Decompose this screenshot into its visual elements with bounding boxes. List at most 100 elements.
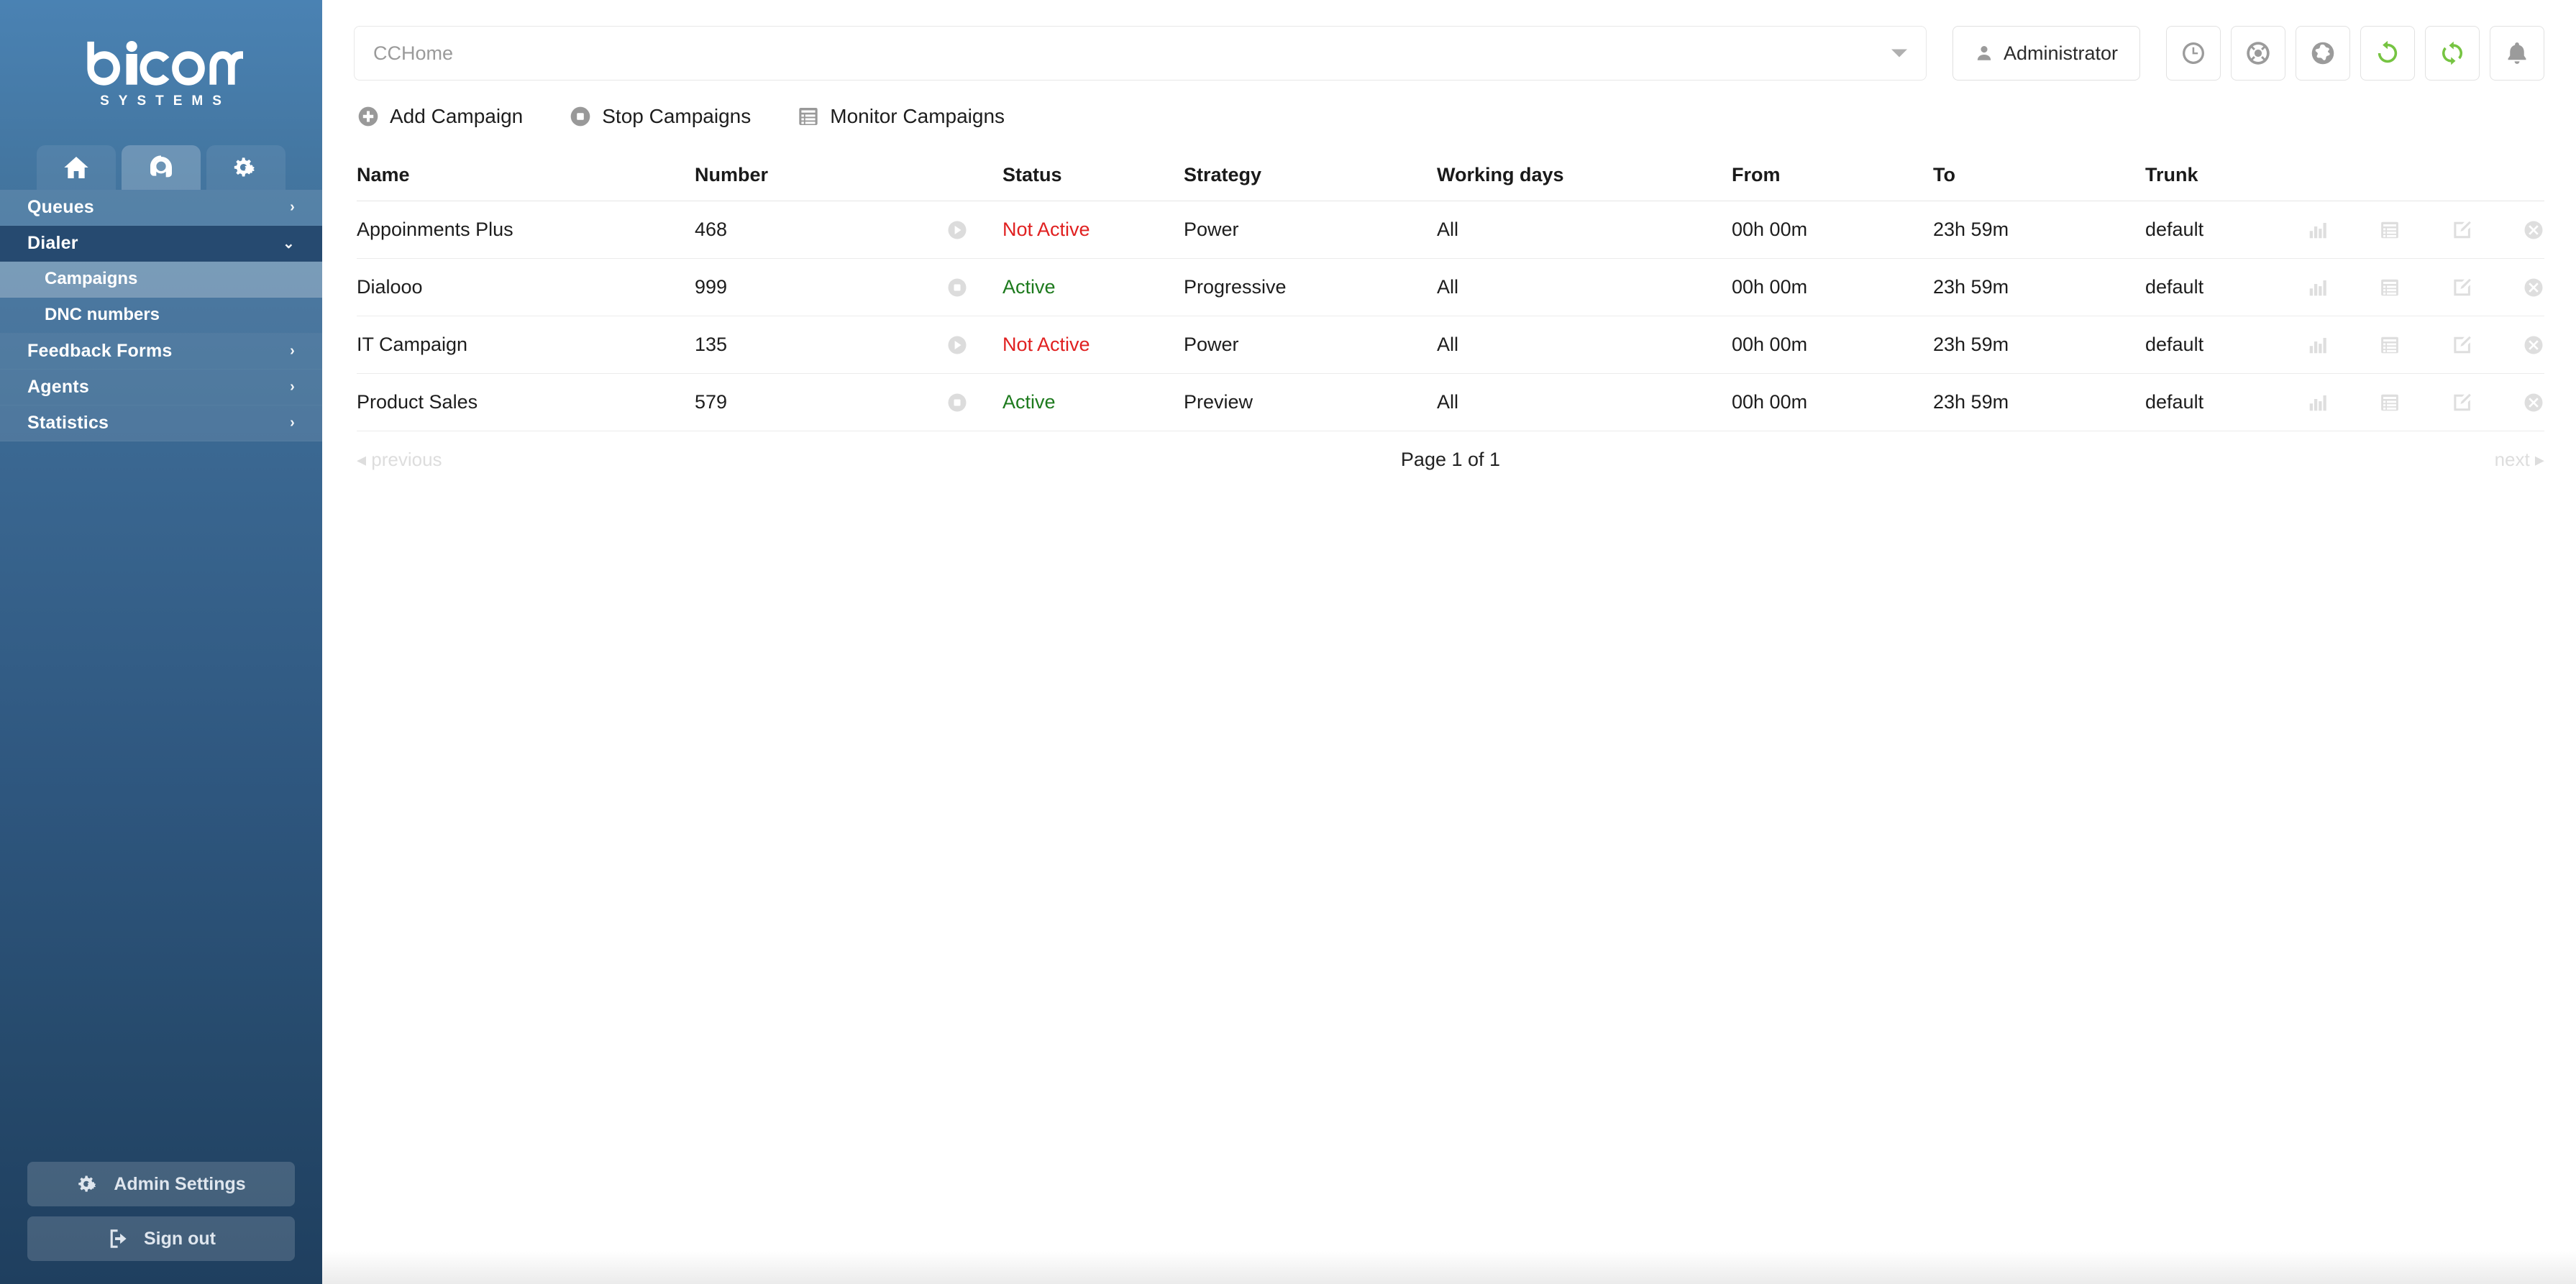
list-icon[interactable] <box>2379 392 2401 413</box>
cell-strategy: Progressive <box>1184 276 1287 298</box>
help-button[interactable] <box>2231 26 2285 81</box>
cell-to: 23h 59m <box>1933 219 2009 240</box>
language-button[interactable] <box>2296 26 2350 81</box>
cell-strategy: Preview <box>1184 391 1253 413</box>
sign-out-button[interactable]: Sign out <box>27 1216 295 1261</box>
column-header-number: Number <box>695 164 769 185</box>
topbar-icon-group <box>2166 26 2544 81</box>
tab-contact-center[interactable] <box>122 145 201 190</box>
add-campaign-button[interactable]: Add Campaign <box>357 105 523 128</box>
cell-trunk: default <box>2145 334 2204 355</box>
sidebar-item-feedback-forms[interactable]: Feedback Forms › <box>0 333 322 370</box>
stop-campaign-toggle[interactable] <box>946 392 1002 413</box>
refresh-icon <box>2378 40 2398 63</box>
sidebar-tabs <box>0 131 322 190</box>
cell-status: Active <box>1002 391 1056 413</box>
list-icon[interactable] <box>2379 334 2401 356</box>
previous-page-button[interactable]: ◂ previous <box>357 449 1079 471</box>
stop-campaign-toggle[interactable] <box>946 277 1002 298</box>
bicom-logo-icon <box>87 40 255 86</box>
tab-home[interactable] <box>37 145 116 190</box>
bell-icon <box>2508 42 2526 64</box>
bar-chart-icon[interactable] <box>2307 334 2329 356</box>
reload-button[interactable] <box>2360 26 2415 81</box>
sidebar-item-queues[interactable]: Queues › <box>0 189 322 226</box>
cell-name: Dialooo <box>357 276 423 298</box>
brand-logo: SYSTEMS <box>0 0 322 131</box>
context-selector[interactable]: CCHome <box>354 26 1927 81</box>
headset-icon <box>150 155 172 177</box>
cell-number: 999 <box>695 276 728 298</box>
row-actions <box>2307 334 2544 356</box>
cell-working-days: All <box>1437 334 1459 355</box>
context-selector-value: CCHome <box>373 42 454 64</box>
admin-settings-label: Admin Settings <box>114 1173 246 1194</box>
cell-number: 579 <box>695 391 728 413</box>
cell-trunk: default <box>2145 391 2204 413</box>
start-campaign-toggle[interactable] <box>946 219 1002 241</box>
bar-chart-icon[interactable] <box>2307 219 2329 241</box>
cell-working-days: All <box>1437 219 1459 240</box>
monitor-campaigns-label: Monitor Campaigns <box>830 105 1005 127</box>
table-row[interactable]: Product Sales 579 Active Preview All 00h… <box>357 374 2544 431</box>
start-campaign-toggle[interactable] <box>946 334 1002 356</box>
stop-campaigns-label: Stop Campaigns <box>602 105 752 127</box>
chevron-down-icon <box>1891 49 1907 58</box>
bar-chart-icon[interactable] <box>2307 392 2329 413</box>
delete-icon[interactable] <box>2523 334 2544 356</box>
sidebar-item-label: Agents <box>27 376 89 397</box>
delete-icon[interactable] <box>2523 392 2544 413</box>
sidebar-item-dialer[interactable]: Dialer ⌄ <box>0 225 322 262</box>
cell-number: 135 <box>695 334 728 355</box>
sidebar-subitem-label: DNC numbers <box>45 305 160 324</box>
stop-campaigns-button[interactable]: Stop Campaigns <box>569 105 751 128</box>
edit-icon[interactable] <box>2451 392 2472 413</box>
bar-chart-icon[interactable] <box>2307 277 2329 298</box>
sidebar-item-statistics[interactable]: Statistics › <box>0 405 322 441</box>
clock-icon <box>2183 42 2204 64</box>
column-header-status: Status <box>1002 164 1062 185</box>
pagination: ◂ previous Page 1 of 1 next ▸ <box>322 431 2576 487</box>
sidebar-subitem-label: Campaigns <box>45 269 138 288</box>
edit-icon[interactable] <box>2451 219 2472 241</box>
next-page-button[interactable]: next ▸ <box>1822 449 2544 471</box>
campaign-actionbar: Add Campaign Stop Campaigns Monitor Camp… <box>322 81 2576 128</box>
cell-name: Product Sales <box>357 391 478 413</box>
cell-status: Not Active <box>1002 334 1090 355</box>
sync-button[interactable] <box>2425 26 2480 81</box>
home-icon <box>64 156 88 178</box>
cell-strategy: Power <box>1184 219 1239 240</box>
table-row[interactable]: IT Campaign 135 Not Active Power All 00h… <box>357 316 2544 374</box>
tab-settings[interactable] <box>206 145 286 190</box>
clock-button[interactable] <box>2166 26 2221 81</box>
page-info: Page 1 of 1 <box>1400 448 1501 470</box>
sidebar-item-campaigns[interactable]: Campaigns <box>0 261 322 298</box>
delete-icon[interactable] <box>2523 277 2544 298</box>
edit-icon[interactable] <box>2451 277 2472 298</box>
plus-circle-icon <box>358 106 378 127</box>
campaigns-table: Name Number Status Strategy Working days… <box>357 150 2544 431</box>
list-icon[interactable] <box>2379 277 2401 298</box>
sidebar-item-agents[interactable]: Agents › <box>0 369 322 405</box>
life-ring-icon <box>2247 42 2270 65</box>
admin-settings-button[interactable]: Admin Settings <box>27 1162 295 1206</box>
sign-out-icon <box>110 1229 127 1248</box>
chevron-right-icon: › <box>290 378 295 395</box>
sidebar-item-label: Dialer <box>27 232 78 253</box>
monitor-campaigns-button[interactable]: Monitor Campaigns <box>797 105 1005 128</box>
cell-to: 23h 59m <box>1933 391 2009 413</box>
chevron-down-icon: ⌄ <box>283 235 295 252</box>
column-header-from: From <box>1732 164 1781 185</box>
user-menu-button[interactable]: Administrator <box>1952 26 2140 81</box>
table-row[interactable]: Appoinments Plus 468 Not Active Power Al… <box>357 201 2544 259</box>
row-actions <box>2307 219 2544 241</box>
list-icon[interactable] <box>2379 219 2401 241</box>
table-row[interactable]: Dialooo 999 Active Progressive All 00h 0… <box>357 259 2544 316</box>
sidebar-item-dnc-numbers[interactable]: DNC numbers <box>0 297 322 334</box>
edit-icon[interactable] <box>2451 334 2472 356</box>
delete-icon[interactable] <box>2523 219 2544 241</box>
cell-working-days: All <box>1437 391 1459 413</box>
chevron-right-icon: › <box>290 414 295 431</box>
sidebar-nav: Queues › Dialer ⌄ Campaigns DNC numbers … <box>0 189 322 441</box>
notifications-button[interactable] <box>2490 26 2544 81</box>
